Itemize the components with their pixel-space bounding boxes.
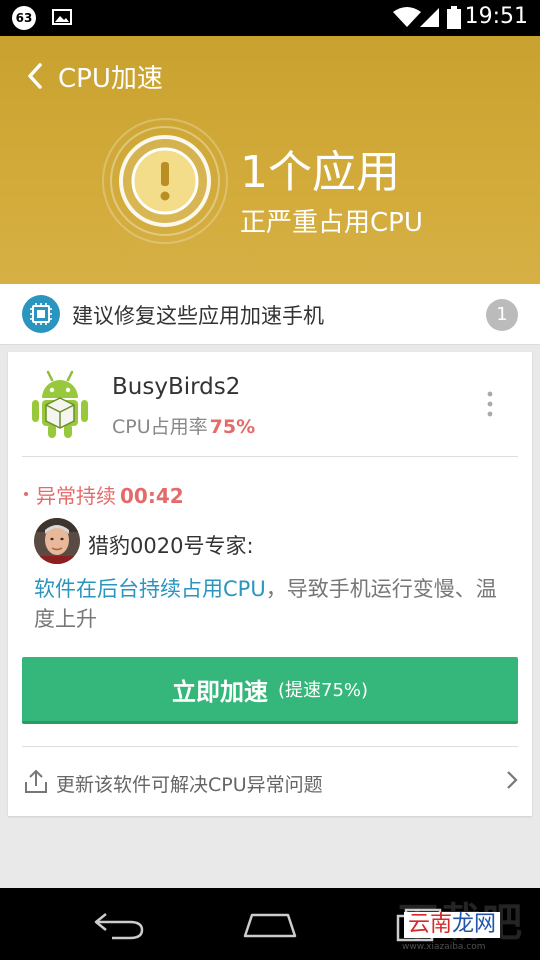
accelerate-label: 立即加速 xyxy=(171,677,268,706)
expert-avatar xyxy=(34,518,80,564)
battery-icon xyxy=(447,6,461,29)
anomaly-dot xyxy=(24,492,28,496)
chevron-right-icon xyxy=(507,771,518,789)
watermark-char-1: 云 xyxy=(408,912,431,937)
screen: 63 19:51 CPU加速 1个应用 正严重占用CPU 建议修复这些应用加速手… xyxy=(0,0,540,960)
update-software-text: 更新该软件可解决CPU异常问题 xyxy=(56,774,323,796)
app-count-subtitle: 正严重占用CPU xyxy=(240,208,423,238)
app-card: BusyBirds2 CPU占用率 75% 异常持续 00:42 猎豹0020号… xyxy=(8,352,532,816)
back-arrow-icon xyxy=(28,63,42,89)
anomaly-time: 00:42 xyxy=(120,484,184,508)
divider xyxy=(22,456,518,457)
cpu-usage-value: 75% xyxy=(209,416,256,438)
notification-count-badge: 63 xyxy=(12,6,36,30)
watermark-url: www.xiazaiba.com xyxy=(402,942,486,952)
app-name: BusyBirds2 xyxy=(112,374,241,400)
navigation-bar: 下载吧 云南龙网 www.xiazaiba.com xyxy=(0,888,540,960)
anomaly-description: 软件在后台持续占用CPU，导致手机运行变慢、温度上升 xyxy=(34,574,504,634)
cpu-usage-label: CPU占用率 xyxy=(112,416,208,438)
signal-icon xyxy=(420,8,439,27)
suggestion-bar: 建议修复这些应用加速手机 1 xyxy=(0,284,540,345)
alert-icon xyxy=(102,118,228,244)
update-software-row[interactable]: 更新该软件可解决CPU异常问题 xyxy=(22,748,518,814)
page-title: CPU加速 xyxy=(58,63,163,94)
clock: 19:51 xyxy=(464,4,528,29)
app-count-title: 1个应用 xyxy=(240,147,400,198)
suggestion-text: 建议修复这些应用加速手机 xyxy=(72,304,324,328)
watermark-logo: 云南龙网 xyxy=(404,912,501,938)
watermark-char-4: 网 xyxy=(474,912,497,937)
status-bar: 63 19:51 xyxy=(0,0,540,36)
accelerate-button[interactable]: 立即加速 (提速75%) xyxy=(22,657,518,724)
nav-home-icon[interactable] xyxy=(242,912,298,938)
watermark-char-2: 南 xyxy=(430,912,453,937)
description-highlight: 软件在后台持续占用CPU xyxy=(34,577,266,601)
watermark-char-3: 龙 xyxy=(452,912,475,937)
android-icon xyxy=(32,370,88,438)
more-options-icon[interactable] xyxy=(486,390,494,418)
chip-icon xyxy=(22,295,60,333)
expert-avatar-image xyxy=(34,518,80,564)
anomaly-label: 异常持续 xyxy=(36,484,116,508)
cpu-usage: CPU占用率 75% xyxy=(112,412,255,439)
upload-icon xyxy=(25,769,47,793)
anomaly-duration: 异常持续 00:42 xyxy=(36,480,184,509)
header: CPU加速 1个应用 正严重占用CPU xyxy=(0,36,540,284)
back-button[interactable]: CPU加速 xyxy=(24,54,184,98)
suggestion-count-badge: 1 xyxy=(486,299,518,331)
gallery-icon xyxy=(52,9,72,25)
nav-back-icon[interactable] xyxy=(92,910,146,940)
expert-name: 猎豹0020号专家: xyxy=(88,534,254,558)
accelerate-sub-label: (提速75%) xyxy=(277,680,369,701)
divider xyxy=(22,746,518,747)
